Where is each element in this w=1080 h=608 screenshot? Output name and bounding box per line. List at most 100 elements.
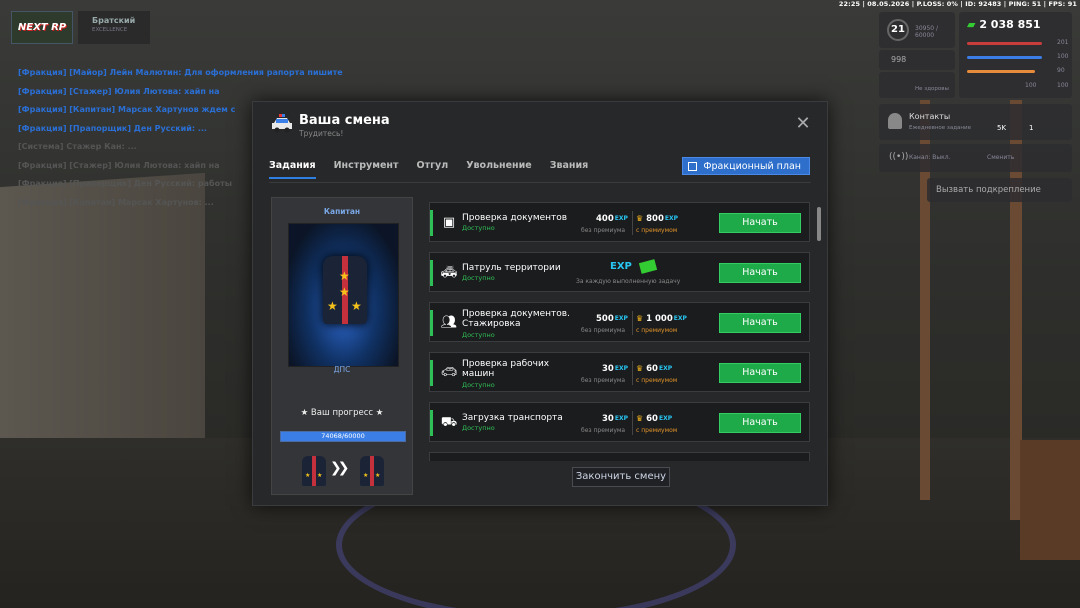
task-count: 5K — [997, 124, 1007, 132]
radio-panel[interactable]: ((•)) Канал: Выкл. Сменить — [879, 144, 1072, 172]
server-logo: NEXT RP — [11, 11, 73, 44]
exp-badge: EXP — [658, 365, 673, 372]
current-rank-icon: ★ ★ — [302, 456, 326, 486]
server-name: Братский — [92, 16, 136, 25]
task-row: ▣ Проверка документов Доступно 400EXP бе… — [429, 202, 810, 242]
progress-label: ★ Ваш прогресс ★ — [300, 408, 384, 418]
base-reward: 400EXP — [596, 214, 628, 224]
task-list[interactable]: ▣ Проверка документов Доступно 400EXP бе… — [429, 196, 811, 461]
task-status: Доступно — [462, 381, 495, 389]
plan-icon — [688, 162, 698, 171]
base-reward-value: 30 — [602, 414, 614, 424]
premium-reward: ♛ 800EXP — [636, 214, 678, 224]
task-status: Доступно — [462, 224, 495, 232]
server-subtitle: EXCELLENCE — [92, 27, 128, 33]
level-panel: 21 30950 / 60000 — [879, 12, 955, 48]
reputation-value: 998 — [891, 55, 907, 64]
exp-badge: EXP — [614, 365, 628, 372]
reputation-panel: 998 — [879, 50, 955, 70]
tab-ranks[interactable]: Звания — [550, 160, 589, 179]
next-rank-icon: ★ ★ — [360, 456, 384, 486]
task-row: 🚗︎ Проверка рабочих машин Доступно 30EXP… — [429, 352, 810, 392]
passport-icon: ▣ — [442, 215, 456, 230]
person-icon — [888, 113, 902, 129]
police-car-icon: 🚓︎ — [440, 265, 458, 280]
tab-dismissal[interactable]: Увольнение — [466, 160, 532, 179]
rank-progress-bar: 74068/60000 — [280, 431, 406, 442]
task-list-scrollbar[interactable] — [817, 207, 821, 241]
tab-tasks[interactable]: Задания — [269, 160, 316, 179]
tab-tools[interactable]: Инструмент — [334, 160, 399, 179]
task-row: 👥︎ Проверка документов. Стажировка Досту… — [429, 302, 810, 342]
task-name: Проверка документов — [462, 213, 568, 223]
start-button[interactable]: Начать — [719, 263, 801, 283]
people-icon: 👥︎ — [440, 315, 458, 330]
chat-line: [Фракция] [Стажер] Юлия Лютова: хайп на — [18, 86, 220, 96]
start-button[interactable]: Начать — [719, 313, 801, 333]
task-row: 🚓︎ Патруль территории Доступно EXP За ка… — [429, 252, 810, 292]
end-shift-button[interactable]: Закончить смену — [572, 467, 670, 487]
available-indicator — [430, 360, 433, 386]
base-reward-value: 500 — [596, 314, 614, 324]
call-backup[interactable]: Вызвать подкрепление — [936, 185, 1041, 195]
star-icon: ★ — [339, 285, 350, 299]
premium-note: с премиумом — [636, 427, 678, 434]
contacts-panel[interactable]: Контакты Ежедневное задание 5K 1 — [879, 104, 1072, 140]
task-row — [429, 452, 810, 461]
cash-icon: ▰ — [967, 18, 976, 31]
board-stripe — [312, 456, 316, 486]
task-status: Доступно — [462, 424, 495, 432]
stat-value: 201 — [1057, 39, 1069, 46]
faction-plan-label: Фракционный план — [703, 161, 801, 172]
start-button[interactable]: Начать — [719, 213, 801, 233]
base-note: без премиума — [581, 227, 626, 234]
task-name: Проверка рабочих машин — [462, 359, 550, 379]
premium-note: с премиумом — [636, 227, 678, 234]
reward-note: За каждую выполненную задачу — [576, 278, 681, 285]
level-progress: 30950 / 60000 — [915, 25, 939, 39]
hunger-bar — [967, 42, 1042, 45]
start-button[interactable]: Начать — [719, 363, 801, 383]
modal-title: Ваша смена — [299, 113, 390, 128]
exp-badge: EXP — [673, 315, 687, 322]
available-indicator — [430, 310, 433, 336]
crown-icon: ♛ — [636, 214, 644, 223]
money-value: ▰ 2 038 851 — [967, 18, 1041, 31]
server-name-panel: Братский EXCELLENCE — [78, 11, 150, 44]
premium-reward: ♛ 60EXP — [636, 364, 672, 374]
chat-line: [Фракция] [Майор] Лейн Малютин: Для офор… — [18, 68, 343, 77]
close-icon[interactable]: ✕ — [795, 115, 811, 133]
task-name: Патруль территории — [462, 263, 561, 273]
star-icon: ★ — [351, 299, 362, 313]
divider — [632, 361, 633, 385]
base-reward-value: 30 — [602, 364, 614, 374]
premium-reward-value: 1 000 — [646, 314, 673, 324]
board-stripe — [370, 456, 374, 486]
stat-value: 90 — [1057, 67, 1065, 74]
progress-text: 74068/60000 — [321, 432, 365, 440]
base-note: без премиума — [581, 377, 626, 384]
radio-icon: ((•)) — [889, 152, 909, 162]
modal-subtitle: Трудитесь! — [299, 129, 344, 138]
stat-value: 100 — [1025, 82, 1037, 89]
star-icon: ★ — [327, 299, 338, 313]
task-status: Доступно — [462, 274, 495, 282]
divider — [632, 311, 633, 335]
tab-day-off[interactable]: Отгул — [417, 160, 449, 179]
exp-badge: EXP — [614, 315, 628, 322]
backup-panel[interactable]: Вызвать подкрепление — [927, 178, 1072, 202]
change-channel[interactable]: Сменить — [987, 154, 1014, 161]
exp-badge: EXP — [614, 415, 628, 422]
premium-note: с премиумом — [636, 377, 678, 384]
stat-value: 100 — [1057, 53, 1069, 60]
base-note: без премиума — [581, 327, 626, 334]
task-count-2: 1 — [1029, 124, 1034, 132]
start-button[interactable]: Начать — [719, 413, 801, 433]
premium-reward-value: 60 — [646, 364, 658, 374]
rank-department: ДПС — [333, 365, 351, 374]
car-check-icon: 🚗︎ — [440, 365, 458, 380]
shift-modal: Ваша смена Трудитесь! ✕ Задания Инструме… — [252, 101, 828, 506]
faction-plan-button[interactable]: Фракционный план — [682, 157, 810, 175]
modal-tabs: Задания Инструмент Отгул Увольнение Зван… — [269, 160, 588, 179]
crown-icon: ♛ — [636, 414, 644, 423]
